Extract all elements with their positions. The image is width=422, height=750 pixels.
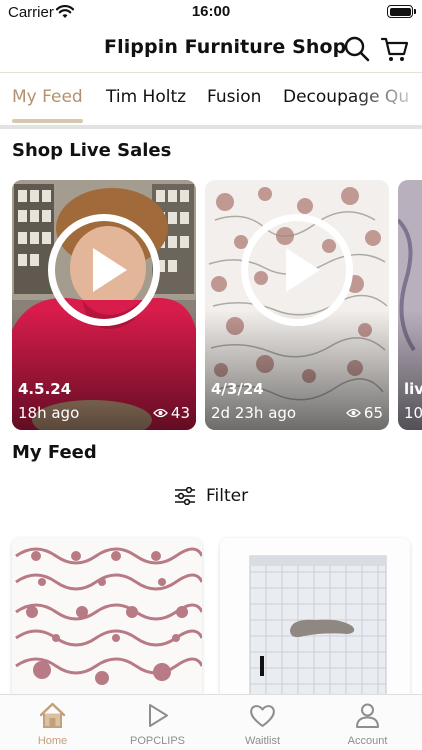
filter-icon: [175, 487, 195, 505]
active-tab-indicator: [12, 119, 83, 123]
tab-my-feed[interactable]: My Feed: [12, 87, 83, 107]
tab-tim-holtz[interactable]: Tim Holtz: [106, 87, 186, 107]
nav-bar: Flippin Furniture Shop: [0, 24, 422, 72]
live-sale-card[interactable]: 4/3/24 2d 23h ago 65: [205, 180, 389, 430]
live-sale-date: 4/3/24: [211, 380, 264, 398]
person-icon: [356, 703, 379, 728]
view-count-value: 43: [170, 404, 190, 422]
live-sale-date: live: [404, 380, 422, 398]
live-sale-time-ago: 2d 23h ago: [211, 404, 297, 422]
play-icon: [149, 704, 168, 727]
cart-icon[interactable]: [380, 34, 410, 64]
product-card[interactable]: [12, 538, 202, 708]
tab-account-label: Account: [347, 735, 388, 747]
page-title: Flippin Furniture Shop: [104, 36, 347, 58]
battery-icon: [387, 5, 416, 18]
live-sale-card[interactable]: 4.5.24 18h ago 43: [12, 180, 196, 430]
tab-popclips-label: POPCLIPS: [129, 735, 186, 747]
eye-icon: [153, 408, 168, 418]
filter-label: Filter: [206, 486, 249, 506]
filter-button[interactable]: Filter: [174, 484, 248, 508]
view-count: 65: [346, 404, 383, 422]
live-sales-heading: Shop Live Sales: [12, 140, 172, 161]
status-bar: Carrier 16:00: [0, 0, 422, 24]
tab-fusion[interactable]: Fusion: [207, 87, 261, 107]
product-card[interactable]: [220, 538, 410, 708]
live-sale-time-ago: 18h ago: [18, 404, 80, 422]
tab-home-label: Home: [37, 735, 68, 747]
product-image: [12, 538, 202, 708]
tab-home[interactable]: Home: [0, 695, 105, 750]
view-count: 43: [153, 404, 190, 422]
eye-icon: [346, 408, 361, 418]
tabs-scroll-track: [0, 125, 422, 129]
live-sale-time-ago: 10: [404, 404, 422, 422]
tab-waitlist-label: Waitlist: [244, 735, 281, 747]
live-sale-date: 4.5.24: [18, 380, 72, 398]
tab-popclips[interactable]: POPCLIPS: [105, 695, 210, 750]
tab-waitlist[interactable]: Waitlist: [210, 695, 315, 750]
bottom-tab-bar: Home POPCLIPS Waitlist Account: [0, 694, 422, 750]
tab-account[interactable]: Account: [315, 695, 420, 750]
view-count-value: 65: [363, 404, 383, 422]
status-time: 16:00: [191, 3, 231, 20]
home-icon: [39, 702, 66, 728]
heart-icon: [250, 705, 275, 727]
play-icon[interactable]: [48, 214, 160, 326]
play-icon[interactable]: [241, 214, 353, 326]
live-sale-card[interactable]: live 10: [398, 180, 422, 430]
category-tabs: My Feed Tim Holtz Fusion Decoupage Qu: [0, 73, 422, 125]
live-sales-carousel[interactable]: 4.5.24 18h ago 43 4/3/24 2d 23h ago 65 l…: [0, 180, 422, 432]
product-image: [220, 538, 410, 708]
search-icon[interactable]: [342, 34, 372, 64]
feed-heading: My Feed: [12, 442, 97, 463]
